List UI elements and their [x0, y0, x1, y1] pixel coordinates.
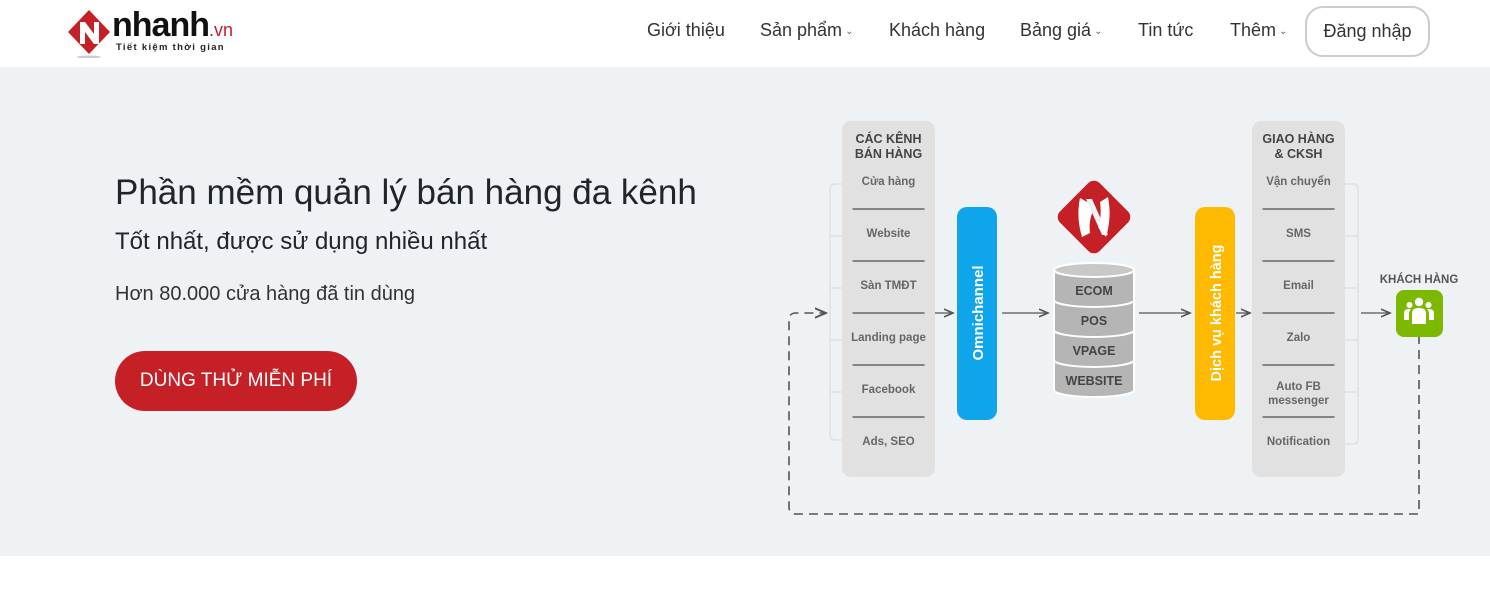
nav-khach-hang[interactable]: Khách hàng [889, 20, 985, 41]
delivery-item: Notification [1267, 436, 1330, 448]
nav-san-pham[interactable]: Sản phẩm ⌄ [760, 20, 853, 41]
nav-tin-tuc[interactable]: Tin tức [1138, 20, 1193, 41]
delivery-item: Vận chuyển [1266, 176, 1331, 188]
delivery-item: Auto FB [1276, 381, 1321, 393]
sales-channel-item: Cửa hàng [862, 176, 916, 188]
nav-label: Sản phẩm [760, 20, 843, 40]
customer-label: KHÁCH HÀNG [1380, 273, 1459, 286]
chevron-down-icon: ⌄ [1094, 26, 1103, 37]
logo-n-icon [68, 10, 110, 58]
sales-channels-column [842, 121, 935, 477]
database-layer-label: WEBSITE [1066, 374, 1123, 388]
delivery-bracket [1345, 183, 1359, 445]
logo-tagline: Tiết kiệm thời gian [116, 42, 225, 53]
bracket-ticks [1345, 235, 1358, 393]
database-layer-label: POS [1081, 314, 1107, 328]
nav-label: Bảng giá [1020, 20, 1092, 40]
delivery-item: messenger [1268, 395, 1329, 407]
channels-bracket [829, 183, 842, 441]
omnichannel-label: Omnichannel [970, 265, 987, 360]
omnichannel-diagram: CÁC KÊNH BÁN HÀNG Cửa hàng Website Sàn TMĐ… [788, 121, 1459, 515]
sales-channel-item: Sàn TMĐT [860, 280, 916, 292]
bracket-ticks [830, 235, 842, 393]
nav-bang-gia[interactable]: Bảng giá ⌄ [1020, 20, 1102, 41]
sales-channels-heading-2: BÁN HÀNG [855, 146, 922, 161]
delivery-item: Zalo [1287, 332, 1311, 344]
login-button[interactable]: Đăng nhập [1305, 6, 1430, 57]
sales-channel-item: Ads, SEO [862, 436, 914, 448]
database-layer-label: VPAGE [1073, 344, 1116, 358]
chevron-down-icon: ⌄ [845, 26, 854, 37]
sales-channel-item: Website [867, 228, 911, 240]
database-top [1053, 262, 1135, 278]
database-layer-label: ECOM [1075, 284, 1113, 298]
nav-label: Thêm [1230, 20, 1277, 40]
sales-channel-item: Facebook [862, 384, 916, 396]
nhanh-diamond-icon [1057, 180, 1131, 254]
site-header: nhanh.vn Tiết kiệm thời gian Giới thiệu … [0, 0, 1490, 67]
customer-service-label: Dịch vụ khách hàng [1209, 245, 1225, 382]
nav-gioi-thieu[interactable]: Giới thiệu [647, 20, 725, 41]
nav-label: Giới thiệu [647, 20, 725, 40]
nav-label: Tin tức [1138, 20, 1194, 40]
delivery-heading-2: & CKSH [1275, 147, 1323, 161]
nhanh-logo[interactable]: nhanh.vn Tiết kiệm thời gian [66, 6, 256, 58]
sales-channel-item: Landing page [851, 332, 926, 344]
chevron-down-icon: ⌄ [1279, 26, 1288, 37]
database-cylinder: WEBSITE VPAGE POS ECOM [1053, 262, 1135, 398]
delivery-item: SMS [1286, 228, 1311, 240]
nav-them[interactable]: Thêm ⌄ [1230, 20, 1287, 41]
sales-channels-heading-1: CÁC KÊNH [856, 131, 922, 146]
hero-section: Phần mềm quản lý bán hàng đa kênh Tốt nh… [0, 67, 1490, 556]
logo-name: nhanh [112, 6, 210, 44]
nav-label: Khách hàng [889, 20, 986, 40]
delivery-heading-1: GIAO HÀNG [1262, 131, 1334, 146]
delivery-item: Email [1283, 280, 1314, 292]
delivery-column [1252, 121, 1345, 477]
logo-suffix: .vn [208, 20, 233, 40]
